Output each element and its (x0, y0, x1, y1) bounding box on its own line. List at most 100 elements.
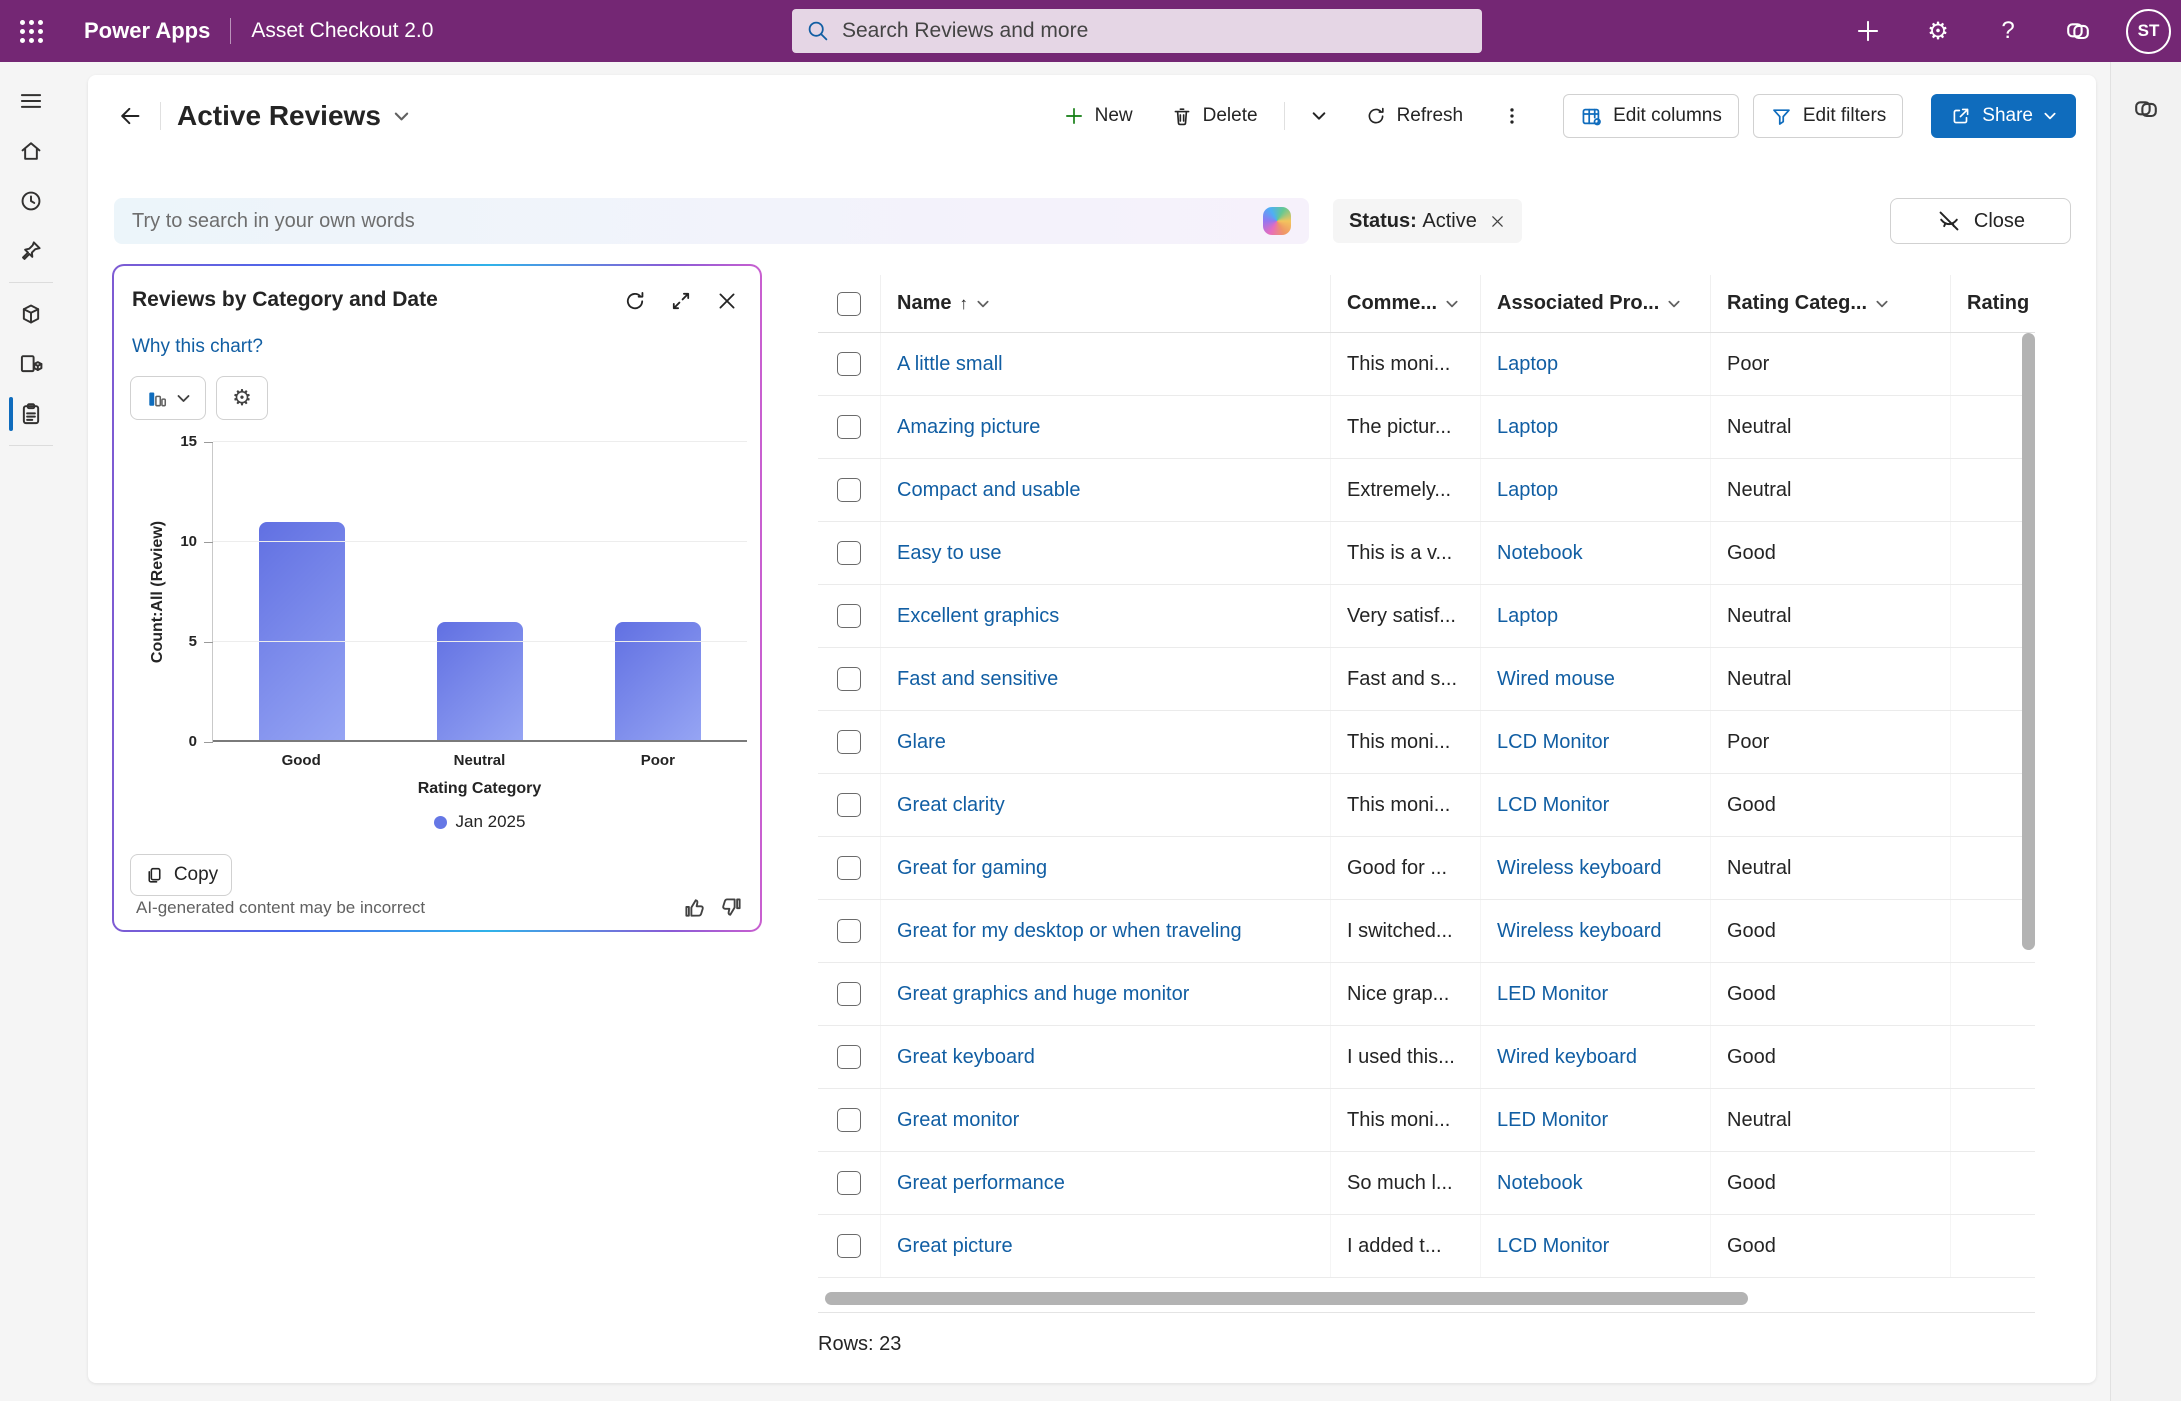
view-selector[interactable]: Active Reviews (177, 100, 410, 132)
cell-associated-product-link[interactable]: Laptop (1497, 353, 1558, 376)
bar-neutral[interactable] (437, 622, 523, 742)
apps-icon[interactable] (0, 289, 62, 339)
chart-expand-icon[interactable] (664, 284, 698, 318)
cell-name-link[interactable]: A little small (897, 353, 1003, 376)
chart-close-icon[interactable] (710, 284, 744, 318)
table-row[interactable]: A little small This moni... Laptop Poor (818, 333, 2035, 396)
table-row[interactable]: Great performance So much l... Notebook … (818, 1152, 2035, 1215)
table-row[interactable]: Excellent graphics Very satisf... Laptop… (818, 585, 2035, 648)
cell-associated-product-link[interactable]: Laptop (1497, 479, 1558, 502)
chart-refresh-icon[interactable] (618, 284, 652, 318)
global-search[interactable] (792, 9, 1482, 53)
cell-associated-product-link[interactable]: LCD Monitor (1497, 794, 1609, 817)
row-checkbox[interactable] (837, 793, 861, 817)
table-row[interactable]: Great picture I added t... LCD Monitor G… (818, 1215, 2035, 1278)
cell-associated-product-link[interactable]: Laptop (1497, 605, 1558, 628)
edit-filters-button[interactable]: Edit filters (1753, 94, 1903, 138)
cell-name-link[interactable]: Great monitor (897, 1109, 1019, 1132)
close-copilot-button[interactable]: Close (1890, 198, 2071, 244)
column-header-associated-product[interactable]: Associated Pro... (1480, 275, 1710, 332)
cell-associated-product-link[interactable]: Notebook (1497, 542, 1583, 565)
chart-settings-gear-icon[interactable]: ⚙ (216, 376, 268, 420)
new-button[interactable]: New (1051, 97, 1145, 135)
table-row[interactable]: Great keyboard I used this... Wired keyb… (818, 1026, 2035, 1089)
table-row[interactable]: Great graphics and huge monitor Nice gra… (818, 963, 2035, 1026)
row-checkbox[interactable] (837, 604, 861, 628)
cell-associated-product-link[interactable]: Notebook (1497, 1172, 1583, 1195)
cell-name-link[interactable]: Great performance (897, 1172, 1065, 1195)
vertical-scrollbar-thumb[interactable] (2022, 333, 2035, 950)
menu-icon[interactable] (0, 76, 62, 126)
cell-name-link[interactable]: Compact and usable (897, 479, 1080, 502)
cell-name-link[interactable]: Excellent graphics (897, 605, 1059, 628)
custom-pages-icon[interactable] (0, 339, 62, 389)
cell-name-link[interactable]: Great picture (897, 1235, 1013, 1258)
column-header-rating[interactable]: Rating (1950, 275, 2035, 332)
settings-gear-icon[interactable]: ⚙ (1916, 9, 1960, 53)
row-checkbox[interactable] (837, 1045, 861, 1069)
pinned-icon[interactable] (0, 226, 62, 276)
cell-name-link[interactable]: Fast and sensitive (897, 668, 1058, 691)
cell-associated-product-link[interactable]: LED Monitor (1497, 1109, 1608, 1132)
recent-icon[interactable] (0, 176, 62, 226)
cell-name-link[interactable]: Glare (897, 731, 946, 754)
row-checkbox[interactable] (837, 478, 861, 502)
table-row[interactable]: Fast and sensitive Fast and s... Wired m… (818, 648, 2035, 711)
horizontal-scrollbar-thumb[interactable] (825, 1292, 1748, 1305)
table-row[interactable]: Great for my desktop or when traveling I… (818, 900, 2035, 963)
copilot-search-input[interactable] (132, 210, 1263, 233)
cell-name-link[interactable]: Amazing picture (897, 416, 1040, 439)
dismiss-filter-icon[interactable] (1489, 213, 1506, 230)
row-checkbox[interactable] (837, 352, 861, 376)
delete-overflow-chevron[interactable] (1299, 100, 1339, 132)
table-row[interactable]: Glare This moni... LCD Monitor Poor (818, 711, 2035, 774)
table-row[interactable]: Great clarity This moni... LCD Monitor G… (818, 774, 2035, 837)
table-row[interactable]: Compact and usable Extremely... Laptop N… (818, 459, 2035, 522)
copy-button[interactable]: Copy (130, 854, 232, 896)
thumb-up-icon[interactable] (682, 895, 707, 920)
share-button[interactable]: Share (1931, 94, 2076, 138)
waffle-icon[interactable] (0, 0, 62, 62)
table-row[interactable]: Easy to use This is a v... Notebook Good (818, 522, 2035, 585)
row-checkbox[interactable] (837, 667, 861, 691)
brand-title[interactable]: Power Apps (84, 18, 210, 44)
copilot-color-icon[interactable] (1263, 207, 1291, 235)
cell-associated-product-link[interactable]: Wired mouse (1497, 668, 1615, 691)
select-all-checkbox[interactable] (837, 292, 861, 316)
cell-associated-product-link[interactable]: Wireless keyboard (1497, 857, 1662, 880)
tables-icon[interactable] (0, 389, 62, 439)
copilot-search-box[interactable] (114, 198, 1309, 244)
column-header-comments[interactable]: Comme... (1330, 275, 1480, 332)
thumb-down-icon[interactable] (719, 895, 744, 920)
row-checkbox[interactable] (837, 1234, 861, 1258)
row-checkbox[interactable] (837, 1108, 861, 1132)
table-row[interactable]: Great for gaming Good for ... Wireless k… (818, 837, 2035, 900)
cell-name-link[interactable]: Great for my desktop or when traveling (897, 920, 1242, 943)
column-header-name[interactable]: Name ↑ (880, 275, 1330, 332)
row-checkbox[interactable] (837, 415, 861, 439)
home-icon[interactable] (0, 126, 62, 176)
row-checkbox[interactable] (837, 1171, 861, 1195)
why-this-chart-link[interactable]: Why this chart? (132, 336, 263, 358)
more-vertical-icon[interactable] (1489, 97, 1535, 135)
delete-button[interactable]: Delete (1159, 97, 1270, 135)
cell-name-link[interactable]: Great for gaming (897, 857, 1047, 880)
cell-name-link[interactable]: Great graphics and huge monitor (897, 983, 1189, 1006)
row-checkbox[interactable] (837, 730, 861, 754)
bar-poor[interactable] (615, 622, 701, 742)
cell-associated-product-link[interactable]: Wired keyboard (1497, 1046, 1637, 1069)
table-row[interactable]: Amazing picture The pictur... Laptop Neu… (818, 396, 2035, 459)
app-name[interactable]: Asset Checkout 2.0 (251, 19, 433, 43)
table-row[interactable]: Great monitor This moni... LED Monitor N… (818, 1089, 2035, 1152)
column-header-rating-category[interactable]: Rating Categ... (1710, 275, 1950, 332)
chart-type-dropdown[interactable] (130, 376, 206, 420)
row-checkbox[interactable] (837, 919, 861, 943)
row-checkbox[interactable] (837, 541, 861, 565)
edit-columns-button[interactable]: Edit columns (1563, 94, 1739, 138)
search-input[interactable] (842, 19, 1468, 43)
add-icon[interactable] (1846, 9, 1890, 53)
refresh-button[interactable]: Refresh (1353, 97, 1476, 135)
back-icon[interactable] (110, 96, 150, 136)
cell-associated-product-link[interactable]: LCD Monitor (1497, 731, 1609, 754)
row-checkbox[interactable] (837, 856, 861, 880)
